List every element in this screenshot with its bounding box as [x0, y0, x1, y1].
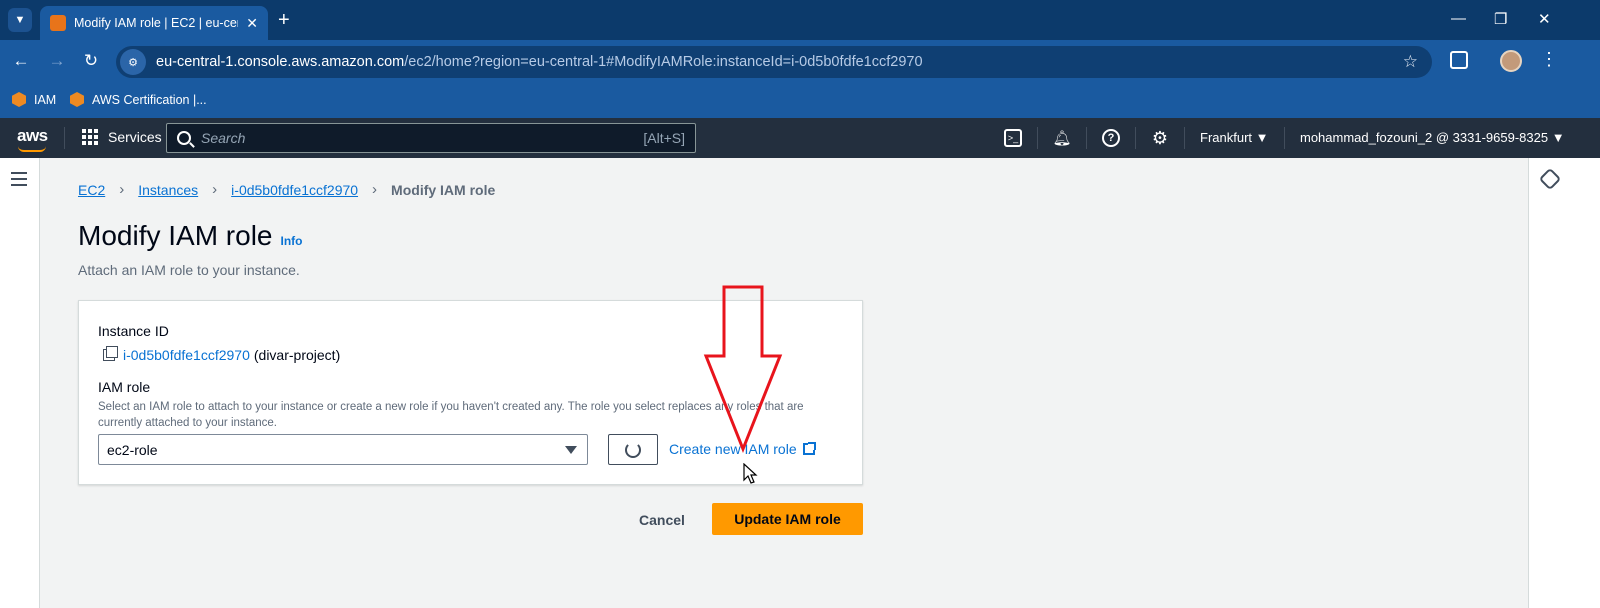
cloudshell-icon[interactable]: >_: [1004, 129, 1022, 147]
breadcrumb-ec2[interactable]: EC2: [78, 182, 105, 198]
window-close-icon[interactable]: ✕: [1538, 10, 1551, 28]
extensions-icon[interactable]: [1450, 51, 1468, 69]
region-selector[interactable]: Frankfurt ▼: [1200, 130, 1269, 145]
tab-close-icon[interactable]: ✕: [246, 15, 258, 32]
aws-logo-smile: [18, 146, 46, 152]
iam-role-select[interactable]: ec2-role: [98, 434, 588, 465]
page-description: Attach an IAM role to your instance.: [78, 262, 300, 278]
cancel-button[interactable]: Cancel: [626, 509, 698, 531]
page-title: Modify IAM role: [78, 220, 273, 251]
update-iam-role-button[interactable]: Update IAM role: [712, 503, 863, 535]
site-info-icon[interactable]: ⚙: [120, 49, 146, 75]
profile-avatar[interactable]: [1500, 50, 1522, 72]
help-icon[interactable]: ?: [1102, 129, 1120, 147]
chevron-right-icon: ›: [212, 181, 218, 198]
caret-down-icon: [565, 446, 577, 454]
hamburger-menu-icon[interactable]: [11, 172, 27, 190]
annotation-arrow: [703, 285, 783, 454]
search-placeholder: Search: [201, 130, 246, 146]
right-tools-rail: [1528, 158, 1600, 608]
page-title-row: Modify IAM role Info: [78, 220, 303, 252]
notifications-bell-icon[interactable]: 🔔︎: [1052, 129, 1071, 147]
search-icon: [177, 131, 191, 145]
settings-gear-icon[interactable]: ⚙: [1151, 128, 1169, 148]
bookmark-label: IAM: [34, 92, 57, 107]
services-menu-button[interactable]: Services: [82, 129, 162, 145]
search-shortcut: [Alt+S]: [643, 130, 685, 146]
forward-icon[interactable]: →: [46, 51, 68, 71]
account-menu[interactable]: mohammad_fozouni_2 @ 3331-9659-8325 ▼: [1300, 130, 1565, 145]
browser-tab[interactable]: Modify IAM role | EC2 | eu-central-1 ✕: [40, 6, 268, 40]
bookmark-label: AWS Certification |...: [92, 92, 207, 107]
console-search-input[interactable]: Search [Alt+S]: [166, 123, 696, 153]
restore-icon[interactable]: ❐: [1494, 10, 1507, 28]
new-tab-icon[interactable]: +: [278, 9, 290, 31]
instance-id-link[interactable]: i-0d5b0fdfe1ccf2970: [123, 347, 250, 363]
chevron-right-icon: ›: [372, 181, 378, 198]
nav-divider: [1284, 127, 1285, 149]
minimize-icon[interactable]: —: [1451, 10, 1466, 27]
breadcrumb-instance-id[interactable]: i-0d5b0fdfe1ccf2970: [231, 182, 358, 198]
browser-tab-bar: ▼ Modify IAM role | EC2 | eu-central-1 ✕…: [0, 0, 1600, 40]
aws-cube-icon: [12, 92, 26, 107]
copy-icon[interactable]: [103, 346, 118, 361]
back-icon[interactable]: ←: [10, 51, 32, 71]
url-path: /ec2/home?region=eu-central-1#ModifyIAMR…: [404, 54, 923, 70]
nav-divider: [1037, 127, 1038, 149]
grid-icon: [82, 129, 98, 145]
bookmark-aws-certification[interactable]: AWS Certification |...: [70, 92, 207, 107]
breadcrumb: EC2 › Instances › i-0d5b0fdfe1ccf2970 › …: [78, 181, 495, 198]
info-link[interactable]: Info: [281, 234, 303, 248]
iam-role-selected-value: ec2-role: [107, 441, 158, 458]
external-link-icon: [802, 442, 816, 455]
tools-panel-icon[interactable]: [1538, 167, 1562, 191]
bookmark-star-icon[interactable]: ☆: [1403, 52, 1418, 72]
reload-icon[interactable]: ↻: [80, 51, 102, 71]
breadcrumb-instances[interactable]: Instances: [138, 182, 198, 198]
left-nav-rail: [0, 158, 40, 608]
url-host: eu-central-1.console.aws.amazon.com: [156, 54, 405, 70]
nav-divider: [1184, 127, 1185, 149]
instance-name: (divar-project): [253, 347, 341, 363]
refresh-icon: [625, 441, 641, 458]
tab-search-chevron-icon[interactable]: ▼: [8, 8, 32, 32]
mouse-cursor-icon: [743, 463, 758, 484]
nav-divider: [1135, 127, 1136, 149]
browser-toolbar: ← → ↻ ⚙ eu-central-1.console.aws.amazon.…: [0, 40, 1600, 84]
services-label: Services: [108, 129, 162, 145]
bookmarks-bar: IAM AWS Certification |...: [0, 84, 1600, 118]
bookmark-iam[interactable]: IAM: [12, 92, 56, 107]
iam-role-label: IAM role: [98, 379, 151, 395]
aws-cube-icon: [70, 92, 84, 107]
aws-top-nav: aws Services Search [Alt+S] >_ 🔔︎ ? ⚙ Fr…: [0, 118, 1600, 158]
browser-menu-icon[interactable]: ⋮: [1540, 49, 1558, 70]
aws-favicon-icon: [50, 15, 66, 31]
nav-divider: [64, 127, 65, 149]
tab-title: Modify IAM role | EC2 | eu-central-1: [74, 16, 238, 30]
refresh-button[interactable]: [608, 434, 658, 465]
address-bar[interactable]: ⚙ eu-central-1.console.aws.amazon.com/ec…: [116, 46, 1432, 78]
chevron-right-icon: ›: [119, 181, 125, 198]
instance-id-value: i-0d5b0fdfe1ccf2970 (divar-project): [103, 346, 341, 363]
nav-divider: [1086, 127, 1087, 149]
aws-logo[interactable]: aws: [17, 126, 48, 146]
breadcrumb-current: Modify IAM role: [391, 181, 496, 198]
instance-id-label: Instance ID: [98, 323, 169, 339]
